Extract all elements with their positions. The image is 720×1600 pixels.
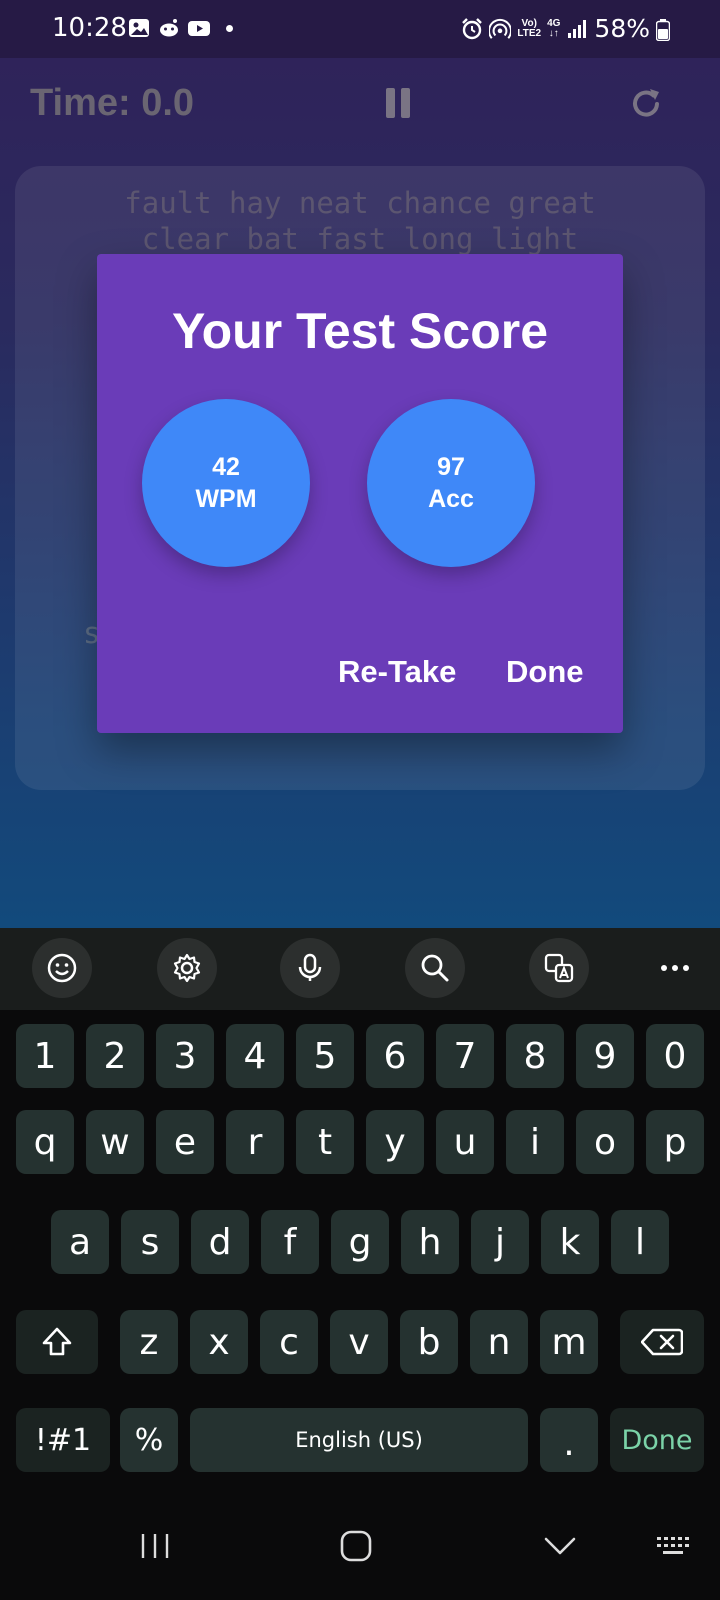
- percent-key[interactable]: %: [120, 1408, 178, 1472]
- key-p[interactable]: p: [646, 1110, 704, 1174]
- score-dialog: Your Test Score 42 WPM 97 Acc Re-Take Do…: [97, 254, 623, 733]
- key-i[interactable]: i: [506, 1110, 564, 1174]
- home-icon[interactable]: [336, 1526, 376, 1566]
- dialog-title: Your Test Score: [171, 303, 549, 359]
- volte-indicator: Vo) LTE2: [517, 17, 542, 39]
- backspace-icon: [641, 1328, 683, 1356]
- translate-button[interactable]: [529, 938, 589, 998]
- alarm-icon: [462, 17, 483, 39]
- system-icons: Vo) LTE2 4G ↓↑ 58%: [461, 14, 650, 43]
- key-4[interactable]: 4: [226, 1024, 284, 1088]
- key-o[interactable]: o: [576, 1110, 634, 1174]
- keyboard-toolbar: [0, 928, 720, 1010]
- signal-icon: [568, 19, 587, 38]
- notification-icons: [128, 17, 233, 39]
- key-1[interactable]: 1: [16, 1024, 74, 1088]
- shift-key[interactable]: [16, 1310, 98, 1374]
- timer-label: Time: 0.0: [30, 82, 195, 124]
- backspace-key[interactable]: [620, 1310, 704, 1374]
- microphone-icon: [298, 953, 322, 981]
- search-icon: [421, 954, 449, 982]
- key-l[interactable]: l: [611, 1210, 669, 1274]
- keyboard-switch-icon[interactable]: [654, 1526, 694, 1566]
- reddit-icon: [160, 19, 178, 37]
- key-6[interactable]: 6: [366, 1024, 424, 1088]
- key-u[interactable]: u: [436, 1110, 494, 1174]
- key-r[interactable]: r: [226, 1110, 284, 1174]
- key-z[interactable]: z: [120, 1310, 178, 1374]
- emoji-button[interactable]: [32, 938, 92, 998]
- battery-icon: [656, 19, 670, 41]
- key-5[interactable]: 5: [296, 1024, 354, 1088]
- key-v[interactable]: v: [330, 1310, 388, 1374]
- status-time: 10:28: [52, 13, 127, 43]
- key-s[interactable]: s: [121, 1210, 179, 1274]
- key-e[interactable]: e: [156, 1110, 214, 1174]
- words-line: clear bat fast long light: [141, 222, 579, 256]
- network-type-indicator: 4G ↓↑: [547, 17, 561, 39]
- key-8[interactable]: 8: [506, 1024, 564, 1088]
- wpm-score-circle: 42 WPM: [142, 399, 310, 567]
- more-notifications-dot: [226, 24, 233, 32]
- accuracy-score-circle: 97 Acc: [367, 399, 535, 567]
- key-h[interactable]: h: [401, 1210, 459, 1274]
- keyboard-settings-button[interactable]: [157, 938, 217, 998]
- pause-icon: [386, 88, 395, 118]
- on-screen-keyboard: 1 2 3 4 5 6 7 8 9 0 q w e r t y u i o p …: [0, 1010, 720, 1490]
- wpm-label: WPM: [195, 485, 257, 513]
- key-g[interactable]: g: [331, 1210, 389, 1274]
- youtube-icon: [188, 21, 210, 36]
- voice-input-button[interactable]: [280, 938, 340, 998]
- key-y[interactable]: y: [366, 1110, 424, 1174]
- gear-icon: [173, 953, 201, 983]
- keyboard-done-key[interactable]: Done: [610, 1408, 704, 1472]
- period-key[interactable]: .: [540, 1408, 598, 1472]
- battery-percent: 58%: [594, 14, 650, 43]
- key-j[interactable]: j: [471, 1210, 529, 1274]
- shift-icon: [42, 1327, 72, 1356]
- wpm-value: 42: [212, 453, 240, 481]
- recent-apps-icon[interactable]: [135, 1526, 175, 1566]
- words-line: fault hay neat chance great: [124, 186, 596, 220]
- keyboard-search-button[interactable]: [405, 938, 465, 998]
- accuracy-label: Acc: [428, 485, 474, 513]
- key-m[interactable]: m: [540, 1310, 598, 1374]
- key-x[interactable]: x: [190, 1310, 248, 1374]
- space-key[interactable]: English (US): [190, 1408, 528, 1472]
- key-q[interactable]: q: [16, 1110, 74, 1174]
- retake-button[interactable]: Re-Take: [338, 654, 456, 690]
- key-k[interactable]: k: [541, 1210, 599, 1274]
- key-3[interactable]: 3: [156, 1024, 214, 1088]
- emoji-icon: [47, 953, 77, 983]
- pause-button[interactable]: [386, 88, 412, 118]
- done-button[interactable]: Done: [506, 654, 584, 690]
- key-c[interactable]: c: [260, 1310, 318, 1374]
- translate-icon: [544, 953, 574, 983]
- restart-icon[interactable]: [626, 84, 666, 124]
- gallery-icon: [129, 19, 149, 37]
- key-f[interactable]: f: [261, 1210, 319, 1274]
- key-9[interactable]: 9: [576, 1024, 634, 1088]
- key-b[interactable]: b: [400, 1310, 458, 1374]
- key-0[interactable]: 0: [646, 1024, 704, 1088]
- navigation-bar: [0, 1490, 720, 1600]
- accuracy-value: 97: [437, 453, 465, 481]
- key-a[interactable]: a: [51, 1210, 109, 1274]
- key-7[interactable]: 7: [436, 1024, 494, 1088]
- hotspot-icon: [489, 18, 512, 39]
- key-d[interactable]: d: [191, 1210, 249, 1274]
- key-t[interactable]: t: [296, 1110, 354, 1174]
- key-2[interactable]: 2: [86, 1024, 144, 1088]
- hide-keyboard-icon[interactable]: [540, 1526, 580, 1566]
- more-options-icon[interactable]: [660, 956, 690, 980]
- key-w[interactable]: w: [86, 1110, 144, 1174]
- status-bar: 10:28 Vo) LTE2 4G ↓↑ 58%: [0, 0, 720, 58]
- key-n[interactable]: n: [470, 1310, 528, 1374]
- symbols-key[interactable]: !#1: [16, 1408, 110, 1472]
